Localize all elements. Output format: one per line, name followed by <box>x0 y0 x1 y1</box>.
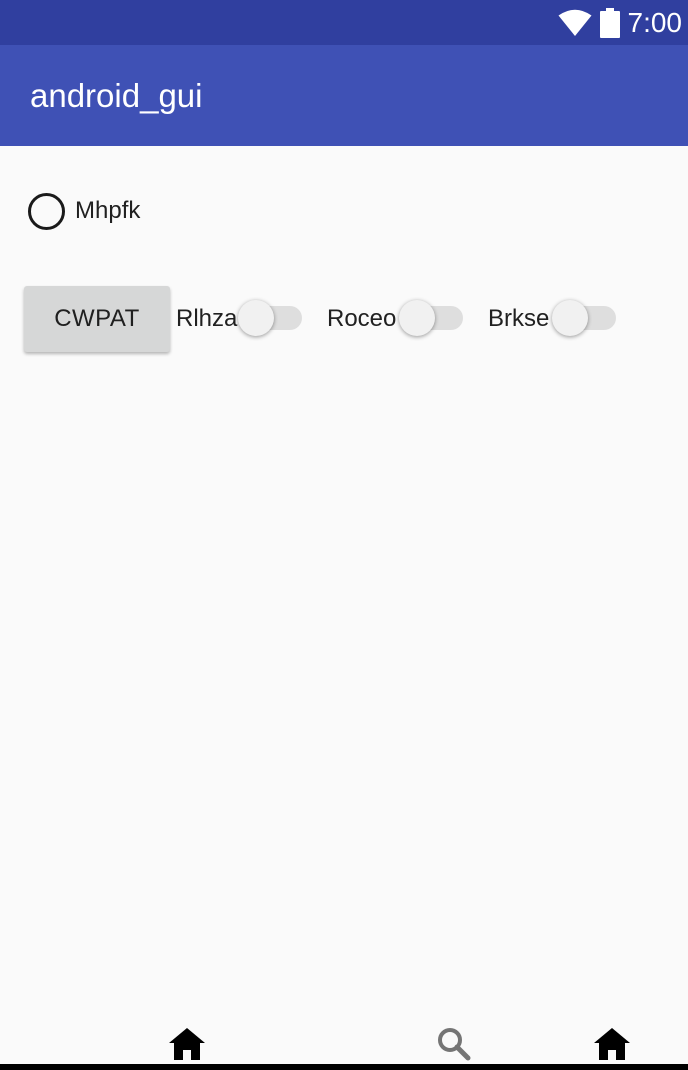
status-bar: 7:00 <box>0 0 688 45</box>
switch-label-rlhza: Rlhza <box>176 305 238 332</box>
switch-label-brkse: Brkse <box>488 305 550 332</box>
battery-icon <box>599 7 620 38</box>
nav-bar <box>0 1010 688 1070</box>
radio-label: Mhpfk <box>75 197 141 224</box>
status-time: 7:00 <box>627 7 683 38</box>
switch-label-roceo: Roceo <box>327 305 397 332</box>
home-icon[interactable] <box>167 1026 207 1062</box>
switch-brkse-thumb[interactable] <box>552 300 588 336</box>
radio-circle-icon[interactable] <box>28 192 65 230</box>
switch-rlhza-thumb[interactable] <box>238 300 274 336</box>
wifi-icon <box>558 9 591 36</box>
cwpat-button[interactable]: CWPAT <box>24 286 170 352</box>
home-icon[interactable] <box>592 1026 632 1062</box>
nav-bottom-line <box>0 1064 688 1070</box>
radio-mhpfk[interactable]: Mhpfk <box>28 192 140 230</box>
app-bar: android_gui <box>0 45 688 146</box>
status-icons: 7:00 <box>558 0 683 45</box>
search-icon[interactable] <box>434 1026 474 1062</box>
switch-roceo-thumb[interactable] <box>399 300 435 336</box>
app-title: android_gui <box>30 77 203 114</box>
